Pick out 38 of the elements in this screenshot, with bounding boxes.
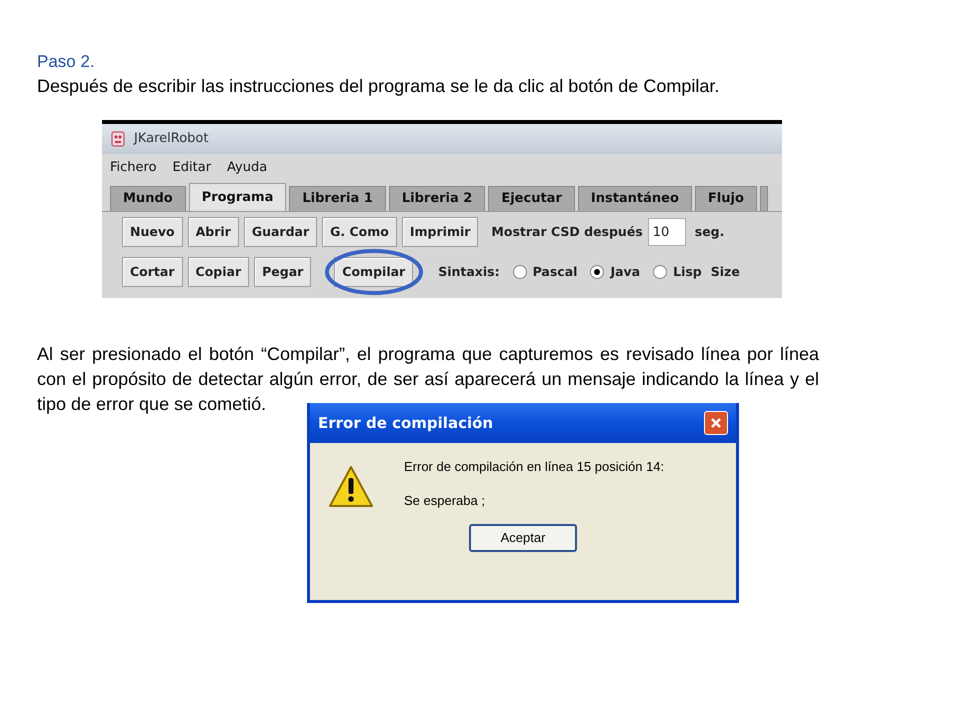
size-label: Size: [710, 262, 740, 281]
close-button[interactable]: [704, 411, 728, 435]
tab[interactable]: Ejecutar: [488, 186, 575, 211]
intro-paragraph: Después de escribir las instrucciones del programa se le da clic al botón de Compilar.: [37, 75, 720, 98]
tab[interactable]: Mundo: [110, 186, 186, 211]
warning-icon: [328, 465, 374, 509]
robot-app-icon: [110, 130, 126, 148]
syntax-radio[interactable]: Pascal: [512, 262, 578, 282]
toolbar-button[interactable]: Compilar: [334, 257, 414, 287]
delay-label: Mostrar CSD después: [491, 222, 643, 241]
toolbar-button[interactable]: Abrir: [188, 217, 239, 247]
toolbar-button[interactable]: Imprimir: [402, 217, 478, 247]
toolbar-button[interactable]: Cortar: [122, 257, 183, 287]
error-message: Error de compilación en línea 15 posición 14:: [404, 458, 664, 476]
tab[interactable]: Instantáneo: [578, 186, 692, 211]
tab[interactable]: Flujo: [694, 186, 757, 211]
step-heading: Paso 2.: [37, 51, 95, 73]
tab[interactable]: Libreria 1: [289, 186, 386, 211]
delay-unit: seg.: [694, 222, 724, 241]
toolbar-button[interactable]: Nuevo: [122, 217, 183, 247]
tab[interactable]: Programa: [188, 183, 286, 211]
tab[interactable]: Libreria 2: [388, 186, 486, 211]
menu-item[interactable]: Fichero: [110, 158, 157, 178]
menu-item[interactable]: Editar: [172, 158, 212, 178]
accept-button[interactable]: Aceptar: [469, 524, 577, 552]
window-title: JKarelRobot: [134, 130, 208, 148]
delay-field[interactable]: 10: [648, 218, 686, 246]
syntax-radio[interactable]: Lisp: [653, 262, 702, 282]
syntax-label: Sintaxis:: [438, 262, 500, 281]
toolbar-button[interactable]: Pegar: [254, 257, 312, 287]
syntax-radio[interactable]: Java: [590, 262, 640, 282]
tab[interactable]: [760, 186, 768, 211]
close-icon: [710, 417, 722, 429]
toolbar-button[interactable]: G. Como: [322, 217, 397, 247]
menu-item[interactable]: Ayuda: [227, 158, 268, 178]
toolbar-button[interactable]: Copiar: [188, 257, 250, 287]
toolbar-button[interactable]: Guardar: [244, 217, 318, 247]
error-detail: Se esperaba ;: [404, 492, 486, 510]
